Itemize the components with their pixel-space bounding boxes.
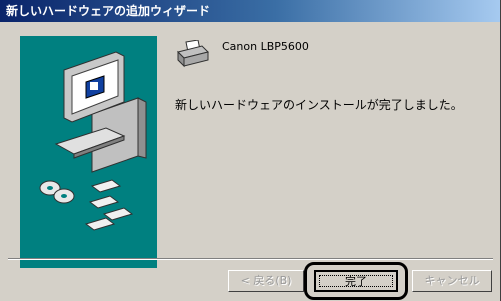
finish-button-label: 完了 bbox=[319, 275, 393, 288]
finish-button[interactable]: 完了 bbox=[314, 270, 398, 292]
printer-icon bbox=[176, 39, 210, 68]
window-title: 新しいハードウェアの追加ウィザード bbox=[6, 4, 211, 18]
device-name: Canon LBP5600 bbox=[222, 40, 309, 53]
separator-highlight bbox=[8, 259, 493, 260]
cancel-button[interactable]: キャンセル bbox=[412, 270, 492, 292]
wizard-illustration bbox=[20, 36, 157, 268]
back-button[interactable]: < 戻る(B) bbox=[228, 270, 304, 292]
completion-message: 新しいハードウェアのインストールが完了しました。 bbox=[175, 98, 463, 112]
title-bar: 新しいハードウェアの追加ウィザード bbox=[0, 0, 500, 22]
wizard-dialog: 新しいハードウェアの追加ウィザード Canon LBP5600 新しいハードウェ… bbox=[0, 0, 501, 301]
